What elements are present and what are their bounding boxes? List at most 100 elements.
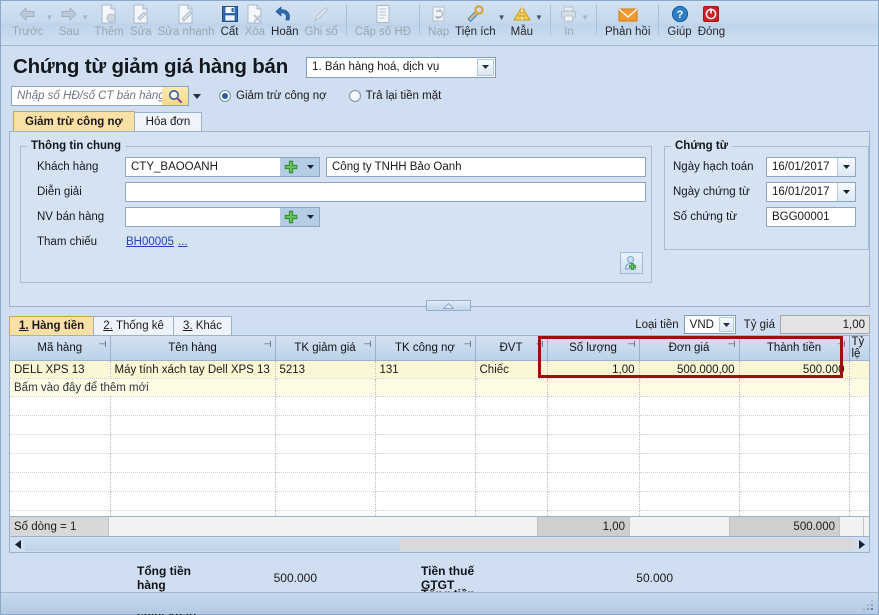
document-no-input[interactable]: BGG00001 (766, 206, 856, 227)
add-salesperson-plus-icon[interactable] (280, 207, 301, 226)
chevron-down-icon-salesperson[interactable] (301, 207, 319, 226)
cell-ma-hang[interactable]: DELL XPS 13 (10, 360, 111, 379)
table-empty-row[interactable] (10, 434, 869, 454)
panel-collapse-handle[interactable] (426, 300, 471, 311)
cell-tk-cong-no[interactable]: 131 (375, 360, 476, 379)
pin-icon-5[interactable]: ⊣ (628, 340, 636, 349)
new-row-cell-7[interactable] (639, 378, 740, 397)
toolbar-button-tien-ich[interactable]: Tiện ích (452, 2, 498, 45)
line-items-grid[interactable]: Mã hàng ⊣ Tên hàng ⊣ TK giảm giá ⊣ TK công … (9, 335, 870, 517)
chevron-down-icon-search[interactable] (189, 86, 205, 106)
transaction-type-select[interactable]: 1. Bán hàng hoá, dịch vụ (306, 56, 497, 78)
table-empty-row[interactable] (10, 415, 869, 435)
toolbar-button-xoa[interactable]: Xóa (242, 2, 268, 45)
toolbar-button-ghi-so[interactable]: Ghi sổ (302, 2, 341, 45)
cell-tk-giam-gia[interactable]: 5213 (275, 360, 376, 379)
toolbar-button-cat[interactable]: Cất (218, 2, 242, 45)
new-row-cell-3[interactable] (275, 378, 376, 397)
add-reference-button[interactable] (620, 252, 643, 274)
grid-tab-khac[interactable]: 3. Khác (172, 316, 232, 335)
scrollbar-thumb[interactable] (25, 538, 400, 551)
grid-tab-hang-tien[interactable]: 1. Hàng tiền (9, 316, 95, 335)
currency-select[interactable]: VND (683, 315, 736, 334)
pin-icon-1[interactable]: ⊣ (264, 340, 272, 349)
col-header-ten-hang[interactable]: Tên hàng ⊣ (110, 336, 276, 361)
customer-name-input[interactable]: Công ty TNHH Bảo Oanh (326, 156, 646, 177)
table-row[interactable]: DELL XPS 13 Máy tính xách tay Dell XPS 1… (10, 360, 869, 379)
pin-icon-4[interactable]: ⊣ (536, 340, 544, 349)
cell-so-luong[interactable]: 1,00 (547, 360, 640, 379)
cell-ty-le[interactable] (849, 360, 869, 379)
new-row-hint-text[interactable]: Bấm vào đây để thêm mới (10, 378, 276, 397)
exchange-rate-input[interactable]: 1,00 (780, 315, 870, 334)
col-header-don-gia[interactable]: Đơn giá ⊣ (639, 336, 740, 361)
cell-thanh-tien[interactable]: 500.000 (739, 360, 850, 379)
pin-icon-7[interactable]: ⊣ (838, 340, 846, 349)
chevron-down-icon-customer[interactable] (301, 157, 319, 176)
toolbar-button-sau[interactable]: Sau (55, 2, 82, 45)
pin-icon-0[interactable]: ⊣ (99, 340, 107, 349)
add-customer-plus-icon[interactable] (280, 157, 301, 176)
chevron-down-icon-sau[interactable]: ▼ (81, 14, 90, 22)
tab-hoa-don[interactable]: Hóa đơn (133, 112, 203, 131)
table-empty-row[interactable] (10, 453, 869, 473)
document-date-input[interactable]: 16/01/2017 (766, 181, 856, 202)
scrollbar-track[interactable] (400, 538, 854, 551)
customer-code-input[interactable]: CTY_BAOOANH (125, 156, 320, 177)
toolbar-button-sua[interactable]: Sửa (127, 2, 155, 45)
scroll-left-arrow-icon[interactable] (10, 538, 25, 552)
table-empty-row[interactable] (10, 491, 869, 511)
table-empty-row[interactable] (10, 472, 869, 492)
chevron-down-icon-type-select[interactable] (477, 58, 495, 76)
col-header-dvt[interactable]: ĐVT ⊣ (475, 336, 548, 361)
radio-giam-tru-cong-no[interactable]: Giảm trừ công nợ (219, 90, 327, 102)
toolbar-button-dong[interactable]: Đóng (695, 2, 729, 45)
reference-more-link[interactable]: ... (178, 236, 188, 248)
chevron-down-icon-posting-date[interactable] (837, 157, 855, 176)
chevron-down-icon-mau[interactable]: ▼ (535, 14, 544, 22)
reference-link[interactable]: BH00005 (126, 236, 174, 248)
toolbar-button-truoc[interactable]: Trước (9, 2, 46, 45)
pin-icon-6[interactable]: ⊣ (728, 340, 736, 349)
new-row-cell-9[interactable] (849, 378, 869, 397)
description-input[interactable] (125, 181, 646, 202)
cell-don-gia[interactable]: 500.000,00 (639, 360, 740, 379)
toolbar-button-mau[interactable]: Mẫu (508, 2, 536, 45)
new-row-cell-8[interactable] (739, 378, 850, 397)
col-header-tk-giam-gia[interactable]: TK giảm giá ⊣ (275, 336, 376, 361)
col-header-ma-hang[interactable]: Mã hàng ⊣ (10, 336, 111, 361)
col-header-so-luong[interactable]: Số lượng ⊣ (547, 336, 640, 361)
chevron-down-icon-currency[interactable] (718, 317, 734, 332)
scroll-right-arrow-icon[interactable] (854, 538, 869, 552)
toolbar-button-giup[interactable]: ? Giúp (664, 2, 694, 45)
grid-tab-thong-ke[interactable]: 2. Thống kê (93, 316, 174, 335)
search-icon[interactable] (162, 87, 188, 105)
new-row-cell-4[interactable] (375, 378, 476, 397)
col-header-ty-le[interactable]: Tỷ lệ (849, 336, 869, 361)
tab-giam-tru-cong-no[interactable]: Giảm trừ công nợ (13, 111, 135, 131)
toolbar-button-hoan[interactable]: Hoãn (268, 2, 302, 45)
posting-date-input[interactable]: 16/01/2017 (766, 156, 856, 177)
chevron-down-icon-document-date[interactable] (837, 182, 855, 201)
toolbar-button-them[interactable]: Thêm (91, 2, 126, 45)
new-row-cell-5[interactable] (475, 378, 548, 397)
new-row-cell-6[interactable] (547, 378, 640, 397)
toolbar-button-cap-so-hd[interactable]: Cấp số HĐ (352, 2, 414, 45)
table-empty-row[interactable] (10, 510, 869, 516)
toolbar-button-sua-nhanh[interactable]: Sửa nhanh (155, 2, 218, 45)
chevron-down-icon-truoc[interactable]: ▼ (45, 14, 54, 22)
radio-tra-lai-tien-mat[interactable]: Trả lại tiền mặt (348, 90, 441, 102)
toolbar-button-in[interactable]: In (556, 2, 582, 45)
toolbar-button-nap[interactable]: Nạp (425, 2, 452, 45)
cell-ten-hang[interactable]: Máy tính xách tay Dell XPS 13 (110, 360, 276, 379)
col-header-thanh-tien[interactable]: Thành tiền ⊣ (739, 336, 850, 361)
pin-icon-2[interactable]: ⊣ (364, 340, 372, 349)
search-input[interactable]: Nhập số HĐ/số CT bán hàng (11, 86, 189, 106)
salesperson-input[interactable] (125, 206, 320, 227)
toolbar-button-phan-hoi[interactable]: Phản hồi (602, 2, 653, 45)
table-new-row-hint[interactable]: Bấm vào đây để thêm mới (10, 378, 869, 397)
pin-icon-3[interactable]: ⊣ (464, 340, 472, 349)
col-header-tk-cong-no[interactable]: TK công nợ ⊣ (375, 336, 476, 361)
table-empty-row[interactable] (10, 396, 869, 416)
horizontal-scrollbar[interactable] (9, 537, 870, 553)
